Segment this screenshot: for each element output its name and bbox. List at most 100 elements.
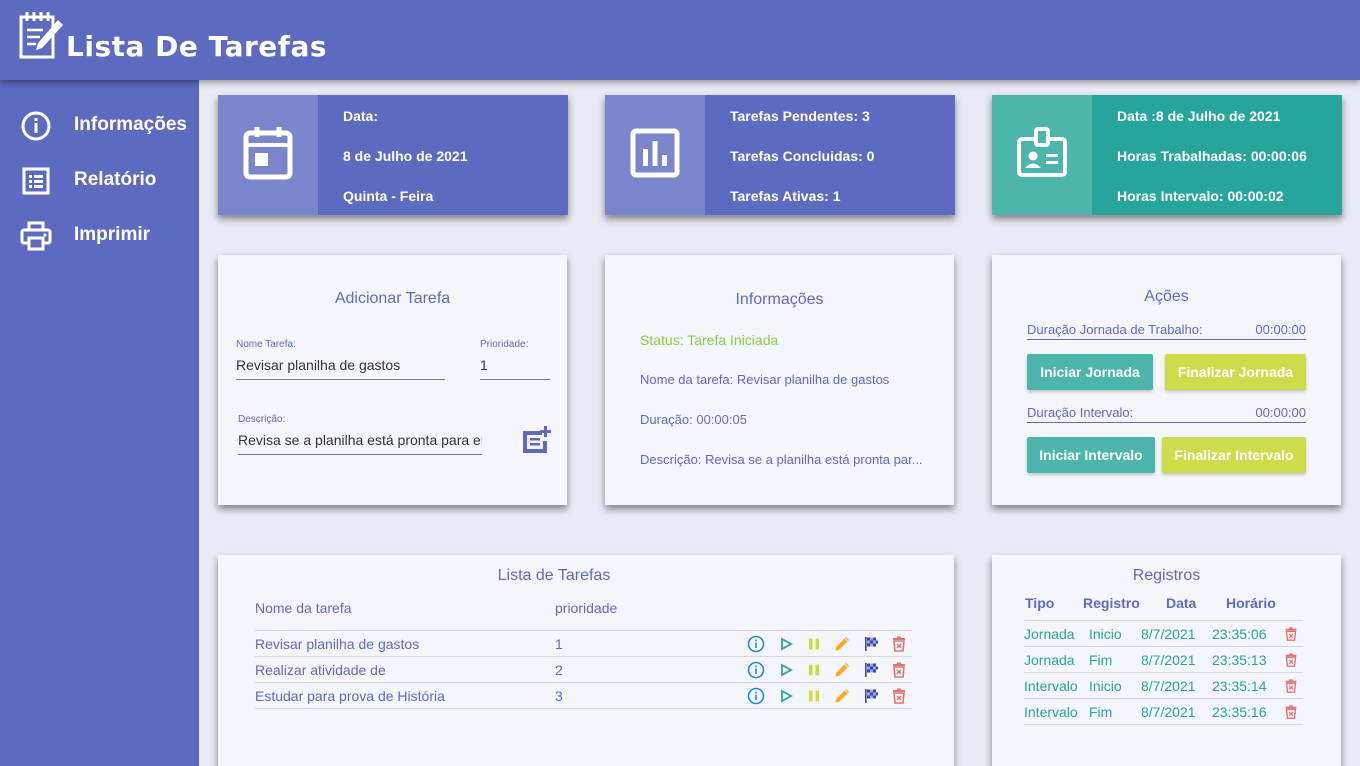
edit-pencil-icon[interactable] [833, 661, 851, 679]
app-title: Lista De Tarefas [66, 30, 328, 63]
stat-line: Tarefas Concluidas: 0 [730, 148, 875, 164]
info-duration: Duração: 00:00:05 [640, 412, 747, 427]
date-stat-card: Data: 8 de Julho de 2021 Quinta - Feira [218, 95, 568, 215]
table-row: Revisar planilha de gastos 1 [255, 631, 912, 657]
record-kind-cell: Fim [1089, 652, 1113, 668]
record-type-cell: Intervalo [1024, 678, 1078, 694]
work-duration-row: Duração Jornada de Trabalho: 00:00:00 [1027, 322, 1306, 340]
printer-icon [20, 221, 52, 251]
table-row: Intervalo Inicio 8/7/2021 23:35:14 [1024, 673, 1303, 699]
priority-input[interactable] [480, 357, 550, 380]
stat-line: Tarefas Ativas: 1 [730, 188, 841, 204]
col-header-record: Registro [1083, 595, 1140, 611]
pause-icon[interactable] [805, 661, 823, 679]
delete-trash-icon[interactable] [1283, 625, 1299, 643]
calendar-icon [243, 127, 293, 180]
delete-trash-icon[interactable] [1283, 677, 1299, 695]
task-list-card: Lista de Tarefas Nome da tarefa priorida… [218, 555, 954, 766]
task-status: Status: Tarefa Iniciada [640, 332, 779, 348]
delete-trash-icon[interactable] [1283, 651, 1299, 669]
card-title: Registros [1132, 567, 1201, 584]
sidebar-item-label: Informações [74, 114, 187, 135]
sidebar: Informações Relatório Imprimir [0, 80, 199, 766]
break-duration-label: Duração Intervalo: [1027, 405, 1134, 420]
priority-label: Prioridade: [480, 339, 529, 350]
record-date-cell: 8/7/2021 [1141, 652, 1196, 668]
delete-trash-icon[interactable] [890, 687, 908, 705]
actions-card: Ações Duração Jornada de Trabalho: 00:00… [992, 255, 1341, 505]
finish-flag-icon[interactable] [862, 635, 880, 653]
work-duration-value: 00:00:00 [1255, 322, 1306, 337]
break-duration-value: 00:00:00 [1255, 405, 1306, 420]
play-icon[interactable] [777, 635, 795, 653]
app-header: Lista De Tarefas [0, 0, 1360, 80]
delete-trash-icon[interactable] [890, 635, 908, 653]
task-priority-cell: 2 [555, 662, 563, 678]
record-date-cell: 8/7/2021 [1141, 678, 1196, 694]
task-name-input[interactable] [236, 357, 445, 380]
info-card: Informações Status: Tarefa Iniciada Nome… [605, 255, 954, 505]
stat-line: Quinta - Feira [343, 188, 434, 204]
pause-icon[interactable] [805, 635, 823, 653]
record-time-cell: 23:35:06 [1212, 626, 1267, 642]
record-time-cell: 23:35:14 [1212, 678, 1267, 694]
sidebar-item-label: Imprimir [74, 224, 151, 245]
task-name-cell: Revisar planilha de gastos [255, 636, 420, 652]
task-name-label: Nome Tarefa: [236, 339, 296, 350]
start-break-button[interactable]: Iniciar Intervalo [1027, 437, 1155, 473]
table-row: Realizar atividade de 2 [255, 657, 912, 683]
table-row: Jornada Fim 8/7/2021 23:35:13 [1024, 647, 1303, 673]
delete-trash-icon[interactable] [1283, 703, 1299, 721]
list-icon [22, 167, 50, 195]
finish-flag-icon[interactable] [862, 661, 880, 679]
play-icon[interactable] [777, 687, 795, 705]
description-input[interactable] [238, 432, 482, 455]
info-icon [21, 111, 51, 141]
sidebar-item-imprimir[interactable]: Imprimir [20, 218, 195, 252]
record-date-cell: 8/7/2021 [1141, 704, 1196, 720]
add-task-card: Adicionar Tarefa Nome Tarefa: Prioridade… [218, 255, 567, 505]
record-date-cell: 8/7/2021 [1141, 626, 1196, 642]
id-badge-icon [1017, 127, 1067, 177]
stat-line: Data: [343, 108, 379, 124]
end-break-button[interactable]: Finalizar Intervalo [1162, 437, 1306, 473]
work-duration-label: Duração Jornada de Trabalho: [1027, 322, 1203, 337]
bar-chart-icon [630, 128, 680, 178]
info-description: Descrição: Revisa se a planilha está pro… [640, 452, 923, 467]
end-work-button[interactable]: Finalizar Jornada [1165, 354, 1306, 390]
edit-pencil-icon[interactable] [833, 687, 851, 705]
start-work-button[interactable]: Iniciar Jornada [1027, 354, 1153, 390]
record-type-cell: Jornada [1024, 652, 1075, 668]
col-header-time: Horário [1226, 595, 1276, 611]
stat-line: Horas Trabalhadas: 00:00:06 [1117, 148, 1307, 164]
card-title: Adicionar Tarefa [334, 290, 451, 307]
add-task-icon[interactable] [520, 425, 552, 455]
delete-trash-icon[interactable] [890, 661, 908, 679]
finish-flag-icon[interactable] [862, 687, 880, 705]
notepad-pencil-icon [19, 12, 63, 59]
card-title: Informações [735, 291, 824, 308]
sidebar-item-label: Relatório [74, 169, 157, 190]
sidebar-item-informacoes[interactable]: Informações [20, 108, 195, 142]
break-duration-row: Duração Intervalo: 00:00:00 [1027, 405, 1306, 423]
table-row: Estudar para prova de História 3 [255, 683, 912, 709]
play-icon[interactable] [777, 661, 795, 679]
edit-pencil-icon[interactable] [833, 635, 851, 653]
hours-stat-card: Data :8 de Julho de 2021 Horas Trabalhad… [992, 95, 1342, 215]
records-card: Registros Tipo Registro Data Horário Jor… [992, 555, 1341, 766]
task-priority-cell: 3 [555, 688, 563, 704]
info-icon[interactable] [747, 635, 765, 653]
record-time-cell: 23:35:13 [1212, 652, 1267, 668]
col-header-type: Tipo [1025, 595, 1055, 611]
info-icon[interactable] [747, 687, 765, 705]
stat-line: 8 de Julho de 2021 [343, 148, 468, 164]
card-title: Ações [1144, 288, 1189, 305]
description-label: Descrição: [238, 414, 286, 425]
table-row: Intervalo Fim 8/7/2021 23:35:16 [1024, 699, 1303, 725]
info-icon[interactable] [747, 661, 765, 679]
sidebar-item-relatorio[interactable]: Relatório [20, 163, 195, 197]
table-row: Jornada Inicio 8/7/2021 23:35:06 [1024, 621, 1303, 647]
pause-icon[interactable] [805, 687, 823, 705]
task-name-cell: Realizar atividade de [255, 662, 386, 678]
stat-line: Data :8 de Julho de 2021 [1117, 108, 1281, 124]
